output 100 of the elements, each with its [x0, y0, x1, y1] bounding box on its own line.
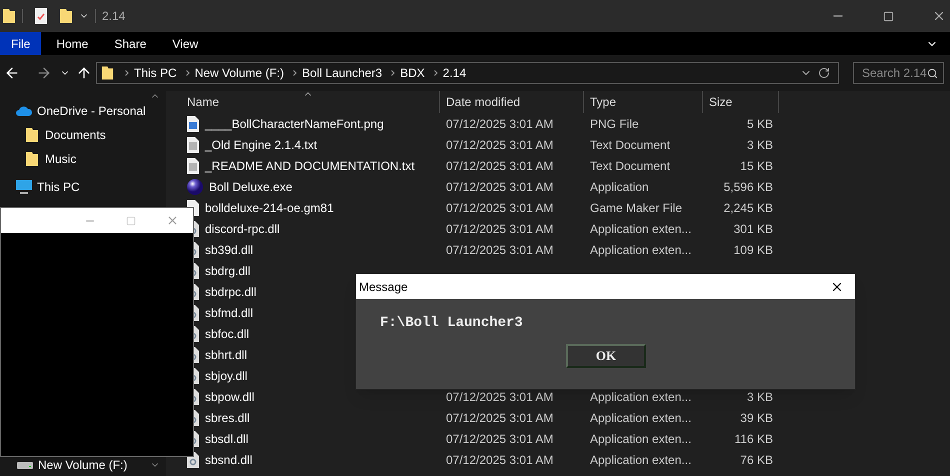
new-folder-icon [59, 8, 73, 24]
search-placeholder: Search 2.14 [862, 65, 927, 82]
file-name[interactable]: sbjoy.dll [205, 366, 248, 384]
dialog-title: Message [359, 278, 408, 296]
chevron-icon [293, 70, 298, 76]
file-name[interactable]: _Old Engine 2.1.4.txt [205, 136, 318, 154]
file-name[interactable]: sbfoc.dll [205, 324, 250, 342]
type-cell-text: Application [589, 178, 650, 196]
column-header[interactable]: Date modified [440, 91, 584, 113]
search-icon [926, 68, 938, 78]
breadcrumb-item[interactable]: This PC [134, 64, 177, 82]
size-cell-text: 76 KB [739, 452, 773, 468]
size-cell-text: 15 KB [739, 158, 773, 174]
file-name[interactable]: sbdrg.dll [205, 262, 250, 280]
size-cell-text: 5,596 KB [722, 178, 773, 196]
ribbon-tab[interactable]: Share [103, 32, 158, 55]
window-title: 2.14 [102, 8, 126, 25]
file-name[interactable]: bolldeluxe-214-oe.gm81 [205, 198, 334, 216]
sidebar-item[interactable]: New Volume (F:) [0, 454, 166, 476]
checklist-icon[interactable] [35, 8, 47, 24]
type-cell-text: Application exten... [589, 410, 692, 426]
file-name[interactable]: sbfmd.dll [205, 304, 254, 322]
date-cell-text: 07/12/2025 3:01 AM [445, 410, 554, 426]
text-file-icon [187, 158, 199, 174]
type-cell-text: Application exten... [589, 220, 692, 238]
folder-icon [25, 127, 39, 143]
drive-icon [16, 460, 34, 470]
file-name[interactable]: Boll Deluxe.exe [209, 178, 292, 196]
message-text: F:\Boll Launcher3 [380, 314, 524, 333]
type-cell-text: PNG File [589, 116, 640, 132]
date-cell-text: 07/12/2025 3:01 AM [445, 388, 554, 406]
text-file-icon [187, 136, 199, 152]
date-cell-text: 07/12/2025 3:01 AM [445, 136, 554, 154]
type-cell-text: Text Document [589, 158, 672, 174]
chevron-icon [391, 70, 396, 76]
sidebar-item[interactable]: This PC [0, 175, 166, 199]
type-cell-text: Game Maker File [589, 200, 684, 216]
file-name[interactable]: sb39d.dll [205, 240, 254, 258]
type-cell-text: Text Document [589, 136, 672, 154]
folder-icon [101, 65, 114, 81]
file-name[interactable]: sbhrt.dll [205, 346, 248, 364]
file-name[interactable]: _README AND DOCUMENTATION.txt [205, 156, 415, 174]
cloud-icon [15, 105, 33, 117]
date-cell-text: 07/12/2025 3:01 AM [445, 200, 554, 216]
column-header[interactable]: Size [703, 91, 779, 113]
file-name[interactable]: discord-rpc.dll [205, 220, 280, 238]
file-name[interactable]: sbpow.dll [205, 388, 254, 406]
size-cell-text: 2,245 KB [722, 200, 773, 216]
image-file-icon [187, 116, 199, 132]
size-cell-text: 5 KB [746, 116, 773, 132]
ok-button[interactable]: OK [566, 344, 646, 368]
close-icon[interactable] [932, 9, 946, 23]
date-cell-text: 07/12/2025 3:01 AM [445, 178, 554, 196]
file-name[interactable]: sbsdl.dll [205, 430, 248, 448]
refresh-icon[interactable] [818, 67, 830, 79]
column-header[interactable]: Type [584, 91, 703, 113]
chevron-icon [434, 70, 438, 76]
date-cell-text: 07/12/2025 3:01 AM [445, 220, 554, 238]
ribbon-tab[interactable]: File [0, 32, 42, 55]
back-icon[interactable] [4, 65, 20, 81]
date-cell-text: 07/12/2025 3:01 AM [445, 452, 554, 468]
size-cell-text: 116 KB [734, 430, 773, 448]
size-cell-text: 39 KB [739, 410, 773, 426]
breadcrumb-item[interactable]: 2.14 [442, 64, 466, 82]
breadcrumb-item[interactable]: New Volume (F:) [194, 64, 284, 82]
sidebar-item[interactable]: OneDrive - Personal [0, 99, 166, 123]
sphere-icon [187, 178, 203, 194]
size-cell-text: 3 KB [746, 388, 773, 406]
maximize-icon[interactable] [883, 10, 894, 22]
monitor-icon [15, 179, 33, 195]
size-cell-text: 3 KB [746, 136, 773, 154]
file-name[interactable]: sbsnd.dll [205, 450, 252, 468]
sidebar-item[interactable]: Music [0, 147, 166, 171]
column-header[interactable]: Name [181, 91, 440, 113]
file-name[interactable]: ____BollCharacterNameFont.png [205, 114, 384, 132]
chevron-icon [186, 70, 190, 76]
date-cell-text: 07/12/2025 3:01 AM [445, 158, 554, 174]
folder-icon [25, 151, 39, 167]
type-cell-text: Application exten... [589, 430, 692, 448]
ribbon-tab[interactable]: Home [45, 32, 100, 55]
breadcrumb-item[interactable]: BDX [400, 64, 425, 82]
file-name[interactable]: sbdrpc.dll [205, 282, 256, 300]
date-cell-text: 07/12/2025 3:01 AM [445, 242, 554, 258]
date-cell-text: 07/12/2025 3:01 AM [445, 116, 554, 132]
type-cell-text: Application exten... [589, 452, 692, 468]
date-cell-text: 07/12/2025 3:01 AM [445, 430, 554, 448]
type-cell-text: Application exten... [589, 388, 692, 406]
search-field[interactable]: Search 2.14 [853, 62, 944, 84]
size-cell-text: 109 KB [732, 242, 773, 258]
file-name[interactable]: sbres.dll [205, 408, 250, 426]
forward-icon[interactable] [36, 65, 52, 81]
ribbon-tab[interactable]: View [161, 32, 210, 55]
chevron-icon [125, 70, 129, 76]
type-cell-text: Application exten... [589, 242, 692, 258]
folder-icon [2, 8, 16, 24]
size-cell-text: 301 KB [732, 220, 773, 238]
sidebar-item[interactable]: Documents [0, 123, 166, 147]
up-icon[interactable] [76, 65, 92, 81]
address-bar[interactable]: This PC New Volume (F:) Boll Launcher3 BDX 2.14 [96, 62, 839, 84]
breadcrumb-item[interactable]: Boll Launcher3 [302, 64, 382, 82]
